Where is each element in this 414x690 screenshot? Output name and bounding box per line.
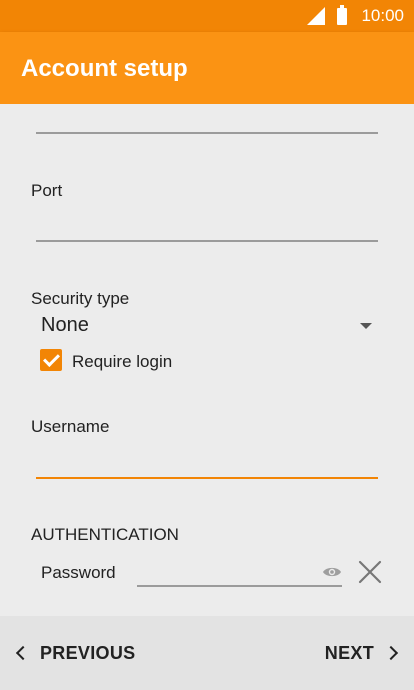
status-bar: 10:00 [0,0,414,32]
show-password-eye-icon[interactable] [322,565,342,579]
bottom-navigation: PREVIOUS NEXT [0,616,414,690]
security-type-select[interactable]: None [41,314,89,337]
clock: 10:00 [361,6,404,25]
app-bar: Account setup [0,32,414,104]
port-underline[interactable] [36,240,378,242]
signal-icon [307,7,326,25]
status-icons: 10:00 [307,0,404,32]
previous-label: PREVIOUS [40,642,136,663]
form-content[interactable]: Port Security type None Require login Us… [0,104,414,616]
authentication-heading: AUTHENTICATION [31,525,179,544]
username-underline[interactable] [36,477,378,479]
chevron-left-icon [15,645,31,661]
clear-password-close-icon[interactable] [358,560,382,584]
chevron-right-icon [383,645,399,661]
password-underline[interactable] [137,585,342,587]
page-title: Account setup [21,55,188,82]
next-label: NEXT [324,642,374,663]
security-type-label: Security type [31,289,130,308]
password-label: Password [41,563,116,582]
username-label: Username [31,417,110,436]
port-label: Port [31,181,63,200]
dropdown-arrow-icon[interactable] [360,323,372,329]
require-login-label[interactable]: Require login [72,352,172,372]
previous-button[interactable]: PREVIOUS [15,616,136,690]
previous-field-underline[interactable] [36,132,378,134]
battery-icon [337,4,348,25]
next-button[interactable]: NEXT [324,616,399,690]
require-login-checkbox[interactable] [40,349,62,371]
